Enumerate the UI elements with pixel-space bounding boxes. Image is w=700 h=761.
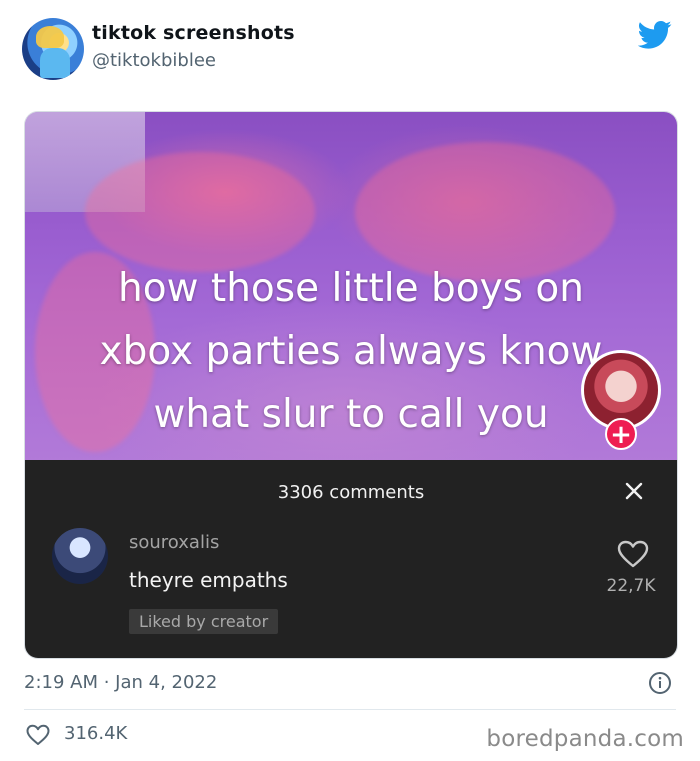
hair-streak <box>85 152 315 272</box>
author-handle[interactable]: @tiktokbiblee <box>92 50 216 71</box>
tiktok-screenshot-card[interactable]: how those little boys on xbox parties al… <box>24 111 678 659</box>
heart-icon[interactable] <box>617 540 649 568</box>
watermark: boredpanda.com <box>486 726 684 752</box>
video-caption: how those little boys on xbox parties al… <box>45 257 657 446</box>
like-heart-icon[interactable] <box>26 724 50 746</box>
author-display-name[interactable]: tiktok screenshots <box>92 22 295 44</box>
commenter-username[interactable]: souroxalis <box>129 532 219 553</box>
info-icon[interactable] <box>648 671 672 695</box>
tweet-header: tiktok screenshots @tiktokbiblee <box>22 16 678 82</box>
comment-like-count: 22,7K <box>606 576 656 596</box>
liked-by-creator-badge: Liked by creator <box>129 609 279 634</box>
commenter-avatar[interactable] <box>52 528 108 584</box>
twitter-bird-icon[interactable] <box>638 20 672 50</box>
divider <box>24 709 676 710</box>
tweet-timestamp[interactable]: 2:19 AM · Jan 4, 2022 <box>24 672 217 693</box>
caption-line: xbox parties always know <box>99 329 603 374</box>
tweet-like-count[interactable]: 316.4K <box>64 723 127 744</box>
comment-text: theyre empaths <box>129 568 288 592</box>
video-frame[interactable]: how those little boys on xbox parties al… <box>25 112 677 464</box>
caption-line: how those little boys on <box>118 266 584 311</box>
close-icon[interactable] <box>625 482 643 500</box>
caption-line: what slur to call you <box>153 392 549 437</box>
author-avatar[interactable] <box>22 18 84 80</box>
follow-button[interactable]: + <box>605 418 637 450</box>
comments-panel: 3306 comments souroxalis theyre empaths … <box>25 460 677 658</box>
comments-count: 3306 comments <box>277 482 425 503</box>
